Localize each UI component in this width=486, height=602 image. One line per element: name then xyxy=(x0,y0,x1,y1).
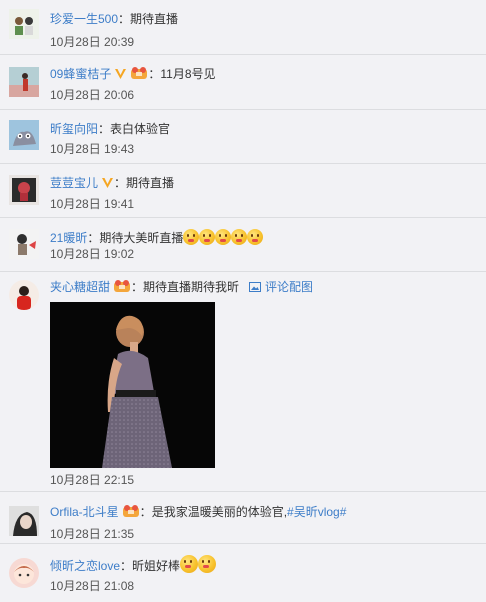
username[interactable]: 珍爱一生500 xyxy=(50,12,118,26)
username[interactable]: 21暖昕 xyxy=(50,231,87,245)
username[interactable]: Orfila-北斗星 xyxy=(50,505,119,519)
username[interactable]: 昕玺向阳 xyxy=(50,122,98,136)
avatar[interactable] xyxy=(9,67,39,97)
colon: ： xyxy=(139,505,152,519)
avatar[interactable] xyxy=(9,175,39,205)
comment-picture-link[interactable]: 评论配图 xyxy=(249,280,313,294)
hashtag-link[interactable]: #吴昕vlog# xyxy=(287,505,346,519)
comment-time: 10月28日 19:43 xyxy=(50,142,135,156)
comment-item: 珍爱一生500：期待直播 10月28日 20:39 xyxy=(0,0,486,55)
comment-item: 09蜂蜜桔子 ：11月8号见 10月28日 20:06 xyxy=(0,55,486,110)
picture-icon xyxy=(249,282,262,292)
comment-text: 期待大美昕直播 xyxy=(99,231,184,245)
avatar[interactable] xyxy=(9,506,39,536)
comment-item: 夹心糖超甜 ：期待直播期待我昕 评论配图 10月28日 22:15 xyxy=(0,272,486,492)
comment-item: 荳荳宝儿 ：期待直播 10月28日 19:41 xyxy=(0,164,486,218)
member-badge-icon[interactable] xyxy=(130,66,148,84)
avatar[interactable] xyxy=(9,558,39,588)
comment-text: 11月8号见 xyxy=(160,67,216,81)
comment-time: 10月28日 19:02 xyxy=(50,247,135,261)
username[interactable]: 夹心糖超甜 xyxy=(50,280,110,294)
comment-text: 期待直播期待我昕 xyxy=(143,280,240,294)
colon: ： xyxy=(98,122,111,136)
emoji-icon xyxy=(247,229,264,245)
colon: ： xyxy=(148,67,161,81)
comment-list: 珍爱一生500：期待直播 10月28日 20:39 09蜂蜜桔子 ：11月8号见 … xyxy=(0,0,486,602)
emoji-icon xyxy=(198,555,217,573)
avatar[interactable] xyxy=(9,120,39,150)
emoji-icon xyxy=(231,229,248,245)
colon: ： xyxy=(120,559,133,573)
emoji-icon xyxy=(215,229,232,245)
member-badge-icon[interactable] xyxy=(122,504,140,522)
comment-text: 是我家温暖美丽的体验官, xyxy=(151,505,288,519)
comment-item: Orfila-北斗星 ：是我家温暖美丽的体验官,#吴昕vlog# 10月28日 2… xyxy=(0,492,486,544)
colon: ： xyxy=(118,12,131,26)
comment-photo[interactable] xyxy=(50,302,215,468)
comment-time: 10月28日 20:39 xyxy=(50,35,135,49)
username[interactable]: 荳荳宝儿 xyxy=(50,176,98,190)
emoji-icon xyxy=(180,555,199,573)
member-badge-icon[interactable] xyxy=(113,279,131,297)
comment-item: 倾昕之恋love：昕姐好棒 10月28日 21:08 xyxy=(0,544,486,602)
colon: ： xyxy=(131,280,144,294)
comment-text: 表白体验官 xyxy=(110,122,171,136)
avatar[interactable] xyxy=(9,229,39,259)
avatar[interactable] xyxy=(9,9,39,39)
verified-badge-icon xyxy=(101,177,114,193)
comment-text: 期待直播 xyxy=(126,176,175,190)
comment-time: 10月28日 19:41 xyxy=(50,197,135,211)
username[interactable]: 09蜂蜜桔子 xyxy=(50,67,111,81)
colon: ： xyxy=(87,231,100,245)
comment-time: 10月28日 21:08 xyxy=(50,579,135,593)
avatar[interactable] xyxy=(9,280,39,310)
comment-time: 10月28日 20:06 xyxy=(50,88,135,102)
comment-text: 期待直播 xyxy=(130,12,179,26)
comment-text: 昕姐好棒 xyxy=(132,559,181,573)
verified-badge-icon xyxy=(114,68,127,84)
username[interactable]: 倾昕之恋love xyxy=(50,559,120,573)
colon: ： xyxy=(114,176,127,190)
emoji-icon xyxy=(199,229,216,245)
comment-item: 昕玺向阳：表白体验官 10月28日 19:43 xyxy=(0,110,486,164)
comment-item: 21暖昕：期待大美昕直播 10月28日 19:02 xyxy=(0,218,486,272)
comment-time: 10月28日 21:35 xyxy=(50,527,135,541)
emoji-icon xyxy=(183,229,200,245)
comment-time: 10月28日 22:15 xyxy=(50,473,135,487)
picture-link-label: 评论配图 xyxy=(265,280,314,294)
